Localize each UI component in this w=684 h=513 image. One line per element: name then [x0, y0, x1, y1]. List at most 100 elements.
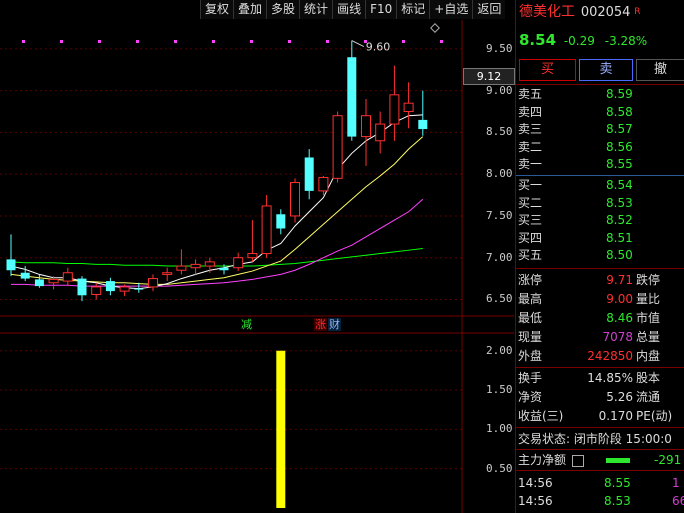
- toolbar-button-6[interactable]: 标记: [396, 0, 430, 19]
- tick-time: 14:56: [518, 476, 553, 490]
- ask-row[interactable]: 卖一 8.55: [516, 156, 684, 172]
- candle-body: [261, 205, 272, 255]
- stat-value: 7078: [602, 330, 633, 344]
- cancel-button[interactable]: 撤: [636, 59, 684, 81]
- price-tick-label: 7.00: [486, 250, 513, 264]
- candle-body: [290, 182, 300, 217]
- toolbar-button-7[interactable]: +自选: [429, 0, 473, 19]
- stock-code: 002054: [580, 5, 631, 20]
- event-finance-label: 财: [329, 317, 340, 331]
- buy-button[interactable]: 买: [519, 59, 576, 81]
- stock-header: 德美化工 002054 R: [516, 4, 684, 20]
- stat-row: 外盘 242850 内盘: [516, 348, 684, 364]
- price-tick-label: 6.50: [486, 292, 513, 306]
- ask-row[interactable]: 卖四 8.58: [516, 104, 684, 120]
- stat2-label: 净资: [518, 390, 543, 404]
- bid-row[interactable]: 买三 8.52: [516, 212, 684, 228]
- bid-row[interactable]: 买五 8.50: [516, 247, 684, 263]
- stat2-row: 换手 14.85% 股本: [516, 370, 684, 386]
- candle-body: [134, 288, 144, 290]
- bid-row[interactable]: 买四 8.51: [516, 230, 684, 246]
- high-marker-line: [351, 40, 365, 47]
- bid-row[interactable]: 买一 8.54: [516, 177, 684, 193]
- margin-badge: R: [634, 7, 641, 17]
- marker-dot: [136, 40, 139, 43]
- toolbar-button-5[interactable]: F10: [365, 0, 397, 19]
- stat2-side-label: PE(动): [636, 409, 673, 423]
- ask-row[interactable]: 卖五 8.59: [516, 86, 684, 102]
- marker-dot: [288, 40, 291, 43]
- stat-label: 最低: [518, 311, 543, 325]
- order-label: 买二: [518, 195, 543, 210]
- order-price: 8.54: [606, 178, 633, 192]
- marker-dot: [250, 40, 253, 43]
- marker-dot: [174, 40, 177, 43]
- stat2-value: 5.26: [606, 390, 633, 404]
- candle-body: [347, 57, 357, 137]
- order-price: 8.59: [606, 87, 633, 101]
- stat2-label: 换手: [518, 371, 543, 385]
- order-price: 8.52: [606, 213, 633, 227]
- toolbar-button-4[interactable]: 画线: [332, 0, 366, 19]
- ask-row[interactable]: 卖三 8.57: [516, 121, 684, 137]
- order-price: 8.53: [606, 195, 633, 210]
- order-label: 买五: [518, 248, 543, 262]
- stat-label: 现量: [518, 330, 543, 344]
- order-price: 8.56: [606, 139, 633, 154]
- candle-body: [247, 253, 258, 259]
- volume-tick-label: 0.50: [486, 461, 513, 475]
- stat-label: 最高: [518, 292, 543, 306]
- trade-status: 交易状态: 闭市阶段 15:00:0: [518, 432, 672, 446]
- stat-row: 现量 7078 总量: [516, 329, 684, 345]
- price-tick-label: 9.50: [486, 41, 513, 55]
- candle-body: [389, 94, 400, 125]
- sell-button[interactable]: 卖: [579, 59, 633, 81]
- price-change-pct: -3.28%: [604, 34, 648, 48]
- stat-side-label: 跌停: [636, 273, 661, 287]
- toolbar-button-8[interactable]: 返回: [472, 0, 506, 19]
- stat-side-label: 量比: [636, 292, 661, 306]
- candle-body: [233, 257, 244, 269]
- current-price-tag: 9.12: [463, 68, 515, 85]
- marker-dot: [212, 40, 215, 43]
- marker-dot: [326, 40, 329, 43]
- stat-value: 9.71: [606, 273, 633, 287]
- kline-chart[interactable]: 9.60 减 涨财: [0, 20, 514, 513]
- ask-row[interactable]: 卖二 8.56: [516, 139, 684, 155]
- candle-body: [190, 263, 201, 269]
- order-label: 卖二: [518, 139, 543, 154]
- bid-row[interactable]: 买二 8.53: [516, 195, 684, 211]
- price-tick-label: 7.50: [486, 208, 513, 222]
- candle-body: [20, 272, 30, 279]
- price-change: -0.29: [563, 34, 595, 48]
- marker-dot: [440, 40, 443, 43]
- toolbar-button-1[interactable]: 叠加: [233, 0, 267, 19]
- stat2-value: 0.170: [598, 409, 633, 423]
- order-label: 卖四: [518, 104, 543, 119]
- candle-body: [91, 286, 102, 295]
- candle-body: [204, 261, 215, 267]
- stat-value: 242850: [587, 349, 633, 363]
- main-flow: 主力净额 -291: [518, 453, 682, 467]
- list-icon[interactable]: [571, 454, 584, 467]
- toolbar-button-2[interactable]: 多股: [266, 0, 300, 19]
- stat-row: 涨停 9.71 跌停: [516, 272, 684, 288]
- candle-body: [276, 214, 286, 229]
- candle-body: [318, 177, 329, 192]
- candle-body: [304, 157, 314, 191]
- toolbar-button-0[interactable]: 复权: [200, 0, 234, 19]
- price-tick-label: 9.00: [486, 83, 513, 97]
- quote-panel: 德美化工 002054 R 8.54 -0.29 -3.28% 买 卖 撤 卖五…: [515, 0, 684, 513]
- stat-label: 涨停: [518, 273, 543, 287]
- stat-side-label: 市值: [636, 311, 661, 325]
- candle-body: [105, 281, 115, 292]
- stat2-row: 净资 5.26 流通: [516, 389, 684, 405]
- diamond-icon: [430, 23, 440, 33]
- toolbar-button-3[interactable]: 统计: [299, 0, 333, 19]
- order-label: 买四: [518, 230, 543, 245]
- price-tick-label: 8.50: [486, 125, 513, 139]
- stat-label: 外盘: [518, 349, 543, 363]
- stat2-label: 收益(三): [518, 409, 564, 423]
- order-price: 8.57: [606, 122, 633, 136]
- stat-value: 8.46: [606, 311, 633, 325]
